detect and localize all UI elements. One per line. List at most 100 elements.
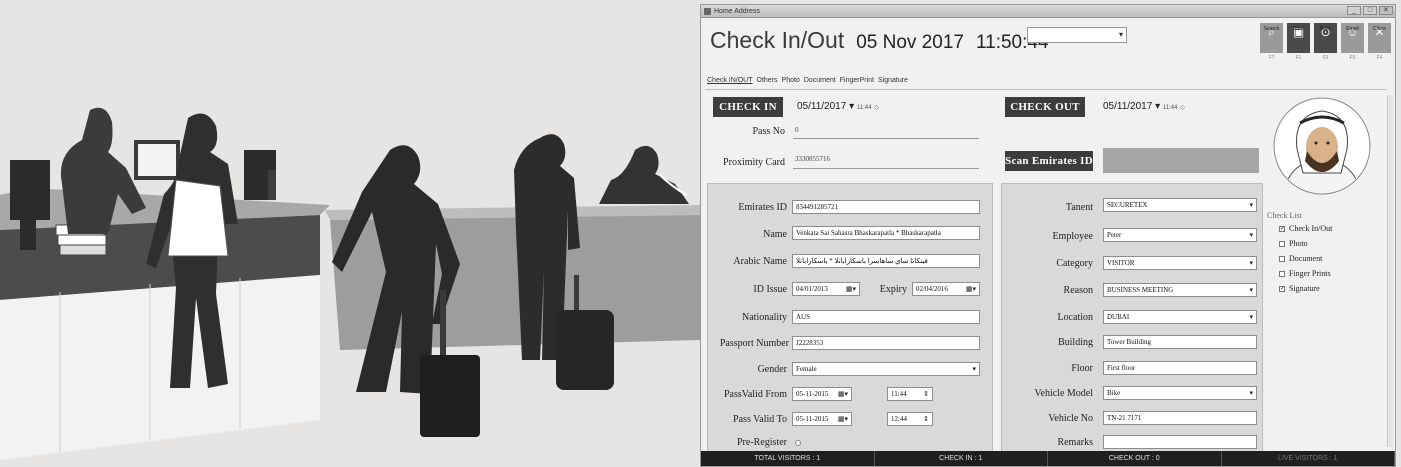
vehicle-model-select[interactable]: Bike ▾	[1103, 386, 1257, 400]
passport-number-input[interactable]: J2228353	[792, 336, 980, 350]
nationality-input[interactable]: AUS	[792, 310, 980, 324]
pass-valid-from-time[interactable]: 11:44 ⇕	[887, 387, 933, 401]
employee-select[interactable]: Peter ▾	[1103, 228, 1257, 242]
checkbox[interactable]	[1279, 255, 1285, 262]
app-window: Home Address _ □ ✕ Check In/Out 05 Nov 2…	[700, 4, 1396, 467]
checklist-item-finger-prints[interactable]: Finger Prints	[1279, 269, 1332, 278]
window-title: Home Address	[714, 7, 760, 15]
scan-emirates-id-button[interactable]: Scan Emirates ID	[1005, 151, 1093, 171]
pre-register-checkbox[interactable]	[795, 440, 801, 446]
vehicle-no-label: Vehicle No	[1048, 413, 1093, 424]
reason-select[interactable]: BUSINESS MEETING ▾	[1103, 283, 1257, 297]
proximity-card-label: Proximity Card	[723, 157, 785, 168]
employee-label: Employee	[1052, 231, 1093, 242]
checklist-item-check-in-out[interactable]: ✓ Check In/Out	[1279, 224, 1332, 233]
checklist-item-signature[interactable]: ✓ Signature	[1279, 284, 1332, 293]
chevron-down-icon: ▾	[1249, 231, 1253, 239]
check-out-count-status: CHECK OUT : 0	[1048, 451, 1222, 466]
checklist-item-document[interactable]: Document	[1279, 254, 1332, 263]
divider	[705, 89, 1387, 90]
email-button[interactable]: ☺ Email	[1341, 23, 1364, 53]
check-in-button[interactable]: CHECK IN	[713, 97, 783, 117]
check-out-button[interactable]: CHECK OUT	[1005, 97, 1085, 117]
checklist-item-photo[interactable]: Photo	[1279, 239, 1332, 248]
check-in-datetime[interactable]: 05/11/2017 ▾ 11:44 ◇	[797, 101, 879, 112]
calendar-icon: ▦▾	[845, 285, 856, 293]
vehicle-model-label: Vehicle Model	[1034, 388, 1093, 399]
checklist: Check List ✓ Check In/Out Photo Document …	[1267, 211, 1332, 299]
gender-select[interactable]: Female ▾	[792, 362, 980, 376]
id-issue-label: ID Issue	[753, 284, 787, 295]
title-bar: Home Address _ □ ✕	[701, 5, 1395, 18]
live-visitors-status: LIVE VISITORS : 1	[1222, 451, 1395, 466]
calendar-icon: ▦▾	[837, 390, 848, 398]
pass-valid-to-date[interactable]: 05-11-2015 ▦▾	[792, 412, 852, 426]
building-input[interactable]: Tower Building	[1103, 335, 1257, 349]
toolbar: ⌕ Search ▣ Save ⊙ Back ☺ Email ✕ Close	[1260, 23, 1391, 53]
location-select[interactable]: DUBAI ▾	[1103, 310, 1257, 324]
tab-fingerprint[interactable]: FingerPrint	[840, 77, 874, 84]
category-label: Category	[1056, 258, 1093, 269]
arabic-name-input[interactable]: ﻓﻴﻨﻜﺎﺗﺎ ﺳﺎي ﺳﺎﻫﺎﺳﺮا ﺑﺎﺳﻜﺎراﺑﺎﺗﻼ * ﺑﺎﺳﻜﺎر…	[792, 254, 980, 268]
floor-input[interactable]: First floor	[1103, 361, 1257, 375]
tab-check-in-out[interactable]: Check IN/OUT	[707, 77, 753, 84]
chevron-down-icon: ▾	[972, 365, 976, 373]
passport-number-label: Passport Number	[719, 338, 789, 349]
checkbox[interactable]	[1279, 240, 1285, 247]
minimize-icon[interactable]: _	[1347, 6, 1361, 15]
header-dropdown[interactable]: ▾	[1027, 27, 1127, 43]
name-input[interactable]: Venkata Sai Sahasra Bhaskarapatla * Bhas…	[792, 226, 980, 240]
shortcut-keys: F7 F1 F3 F5 F4	[1268, 55, 1383, 61]
chevron-down-icon: ▾	[1249, 286, 1253, 294]
back-button[interactable]: ⊙ Back	[1314, 23, 1337, 53]
pass-valid-to-time[interactable]: 12:44 ⇕	[887, 412, 933, 426]
chevron-down-icon: ▾	[1249, 313, 1253, 321]
close-button[interactable]: ✕ Close	[1368, 23, 1391, 53]
save-button[interactable]: ▣ Save	[1287, 23, 1310, 53]
maximize-icon[interactable]: □	[1363, 6, 1377, 15]
spinner-icon: ⇕	[923, 390, 929, 398]
calendar-icon: ▦▾	[965, 285, 976, 293]
building-label: Building	[1057, 337, 1093, 348]
checkbox[interactable]: ✓	[1279, 225, 1285, 232]
tab-photo[interactable]: Photo	[782, 77, 800, 84]
checkbox[interactable]: ✓	[1279, 285, 1285, 292]
tab-signature[interactable]: Signature	[878, 77, 908, 84]
vehicle-no-input[interactable]: TN-21 7171	[1103, 411, 1257, 425]
floor-label: Floor	[1071, 363, 1093, 374]
check-out-datetime[interactable]: 05/11/2017 ▾ 11:44 ◇	[1103, 101, 1185, 112]
tab-others[interactable]: Others	[757, 77, 778, 84]
remarks-input[interactable]	[1103, 435, 1257, 449]
visitor-photo[interactable]	[1273, 97, 1371, 195]
tenant-label: Tanent	[1065, 202, 1093, 213]
id-issue-date-picker[interactable]: 04/01/2013 ▦▾	[792, 282, 860, 296]
vertical-scrollbar[interactable]	[1387, 95, 1393, 447]
total-visitors-status: TOTAL VISITORS : 1	[701, 451, 875, 466]
emirates-id-input[interactable]: 834491285721	[792, 200, 980, 214]
proximity-card-field[interactable]: 3330855716	[793, 155, 979, 169]
chevron-down-icon: ▾	[1118, 30, 1123, 39]
chevron-down-icon: ▾	[1249, 259, 1253, 267]
pass-no-label: Pass No	[752, 126, 785, 137]
page-header: Check In/Out 05 Nov 2017 11:50:44	[710, 27, 1049, 54]
pass-no-field[interactable]: 0	[793, 126, 979, 139]
reason-label: Reason	[1063, 285, 1093, 296]
page-title: Check In/Out	[710, 27, 845, 53]
spinner-icon: ⇕	[923, 415, 929, 423]
checklist-title: Check List	[1267, 211, 1302, 220]
pass-valid-from-date[interactable]: 05-11-2015 ▦▾	[792, 387, 852, 401]
expiry-label: Expiry	[879, 284, 907, 295]
location-label: Location	[1057, 312, 1093, 323]
nationality-label: Nationality	[742, 312, 787, 323]
header-date: 05 Nov 2017	[856, 32, 964, 53]
expiry-date-picker[interactable]: 02/04/2016 ▦▾	[912, 282, 980, 296]
gender-label: Gender	[757, 364, 787, 375]
window-close-icon[interactable]: ✕	[1379, 6, 1393, 15]
search-button[interactable]: ⌕ Search	[1260, 23, 1283, 53]
tab-document[interactable]: Document	[804, 77, 836, 84]
tenant-select[interactable]: SECURETEX ▾	[1103, 198, 1257, 212]
pre-register-label: Pre-Register	[737, 437, 787, 448]
checkbox[interactable]	[1279, 270, 1285, 277]
category-select[interactable]: VISITOR ▾	[1103, 256, 1257, 270]
window-controls: _ □ ✕	[1347, 6, 1393, 15]
